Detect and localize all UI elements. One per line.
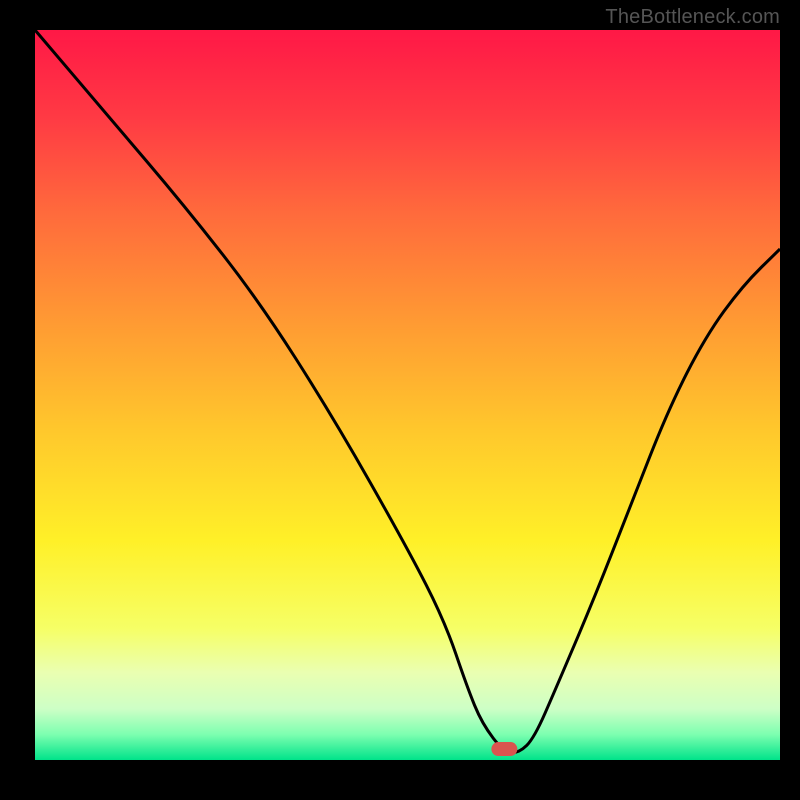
optimal-point-marker [491,742,517,756]
bottleneck-chart [0,0,800,800]
chart-container: TheBottleneck.com [0,0,800,800]
watermark-label: TheBottleneck.com [605,6,780,29]
gradient-plot-area [35,30,780,760]
